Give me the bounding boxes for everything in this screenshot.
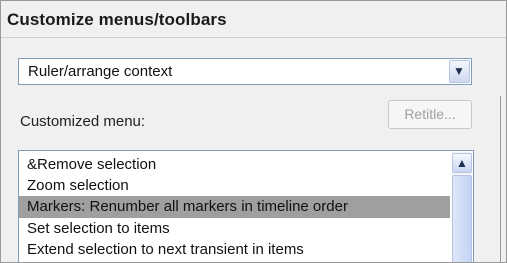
title-bar: Customize menus/toolbars: [1, 1, 506, 38]
dialog-title: Customize menus/toolbars: [7, 10, 227, 29]
customized-menu-list[interactable]: &Remove selection Zoom selection Markers…: [18, 150, 474, 262]
dropdown-button[interactable]: ▼: [449, 60, 470, 83]
retitle-button[interactable]: Retitle...: [388, 100, 472, 129]
customized-menu-label: Customized menu:: [20, 113, 146, 130]
scroll-up-button[interactable]: ▲: [452, 153, 472, 173]
list-item[interactable]: Extend selection to next transient in it…: [19, 239, 450, 261]
scroll-up-icon: ▲: [456, 156, 468, 170]
chevron-down-icon: ▼: [453, 64, 465, 78]
scroll-thumb[interactable]: [452, 175, 472, 262]
list-item[interactable]: &Remove selection: [19, 154, 450, 176]
list-item-selected[interactable]: Markers: Renumber all markers in timelin…: [19, 196, 450, 218]
panel-divider: [500, 96, 506, 262]
context-dropdown[interactable]: Ruler/arrange context ▼: [18, 58, 472, 85]
list-item[interactable]: Set selection to items: [19, 218, 450, 240]
list-item[interactable]: Zoom selection: [19, 175, 450, 197]
dialog-content: Ruler/arrange context ▼ Customized menu:…: [1, 38, 506, 262]
vertical-scrollbar[interactable]: ▲: [452, 152, 472, 262]
context-dropdown-value: Ruler/arrange context: [28, 63, 173, 80]
customize-dialog: Customize menus/toolbars Ruler/arrange c…: [0, 0, 507, 263]
